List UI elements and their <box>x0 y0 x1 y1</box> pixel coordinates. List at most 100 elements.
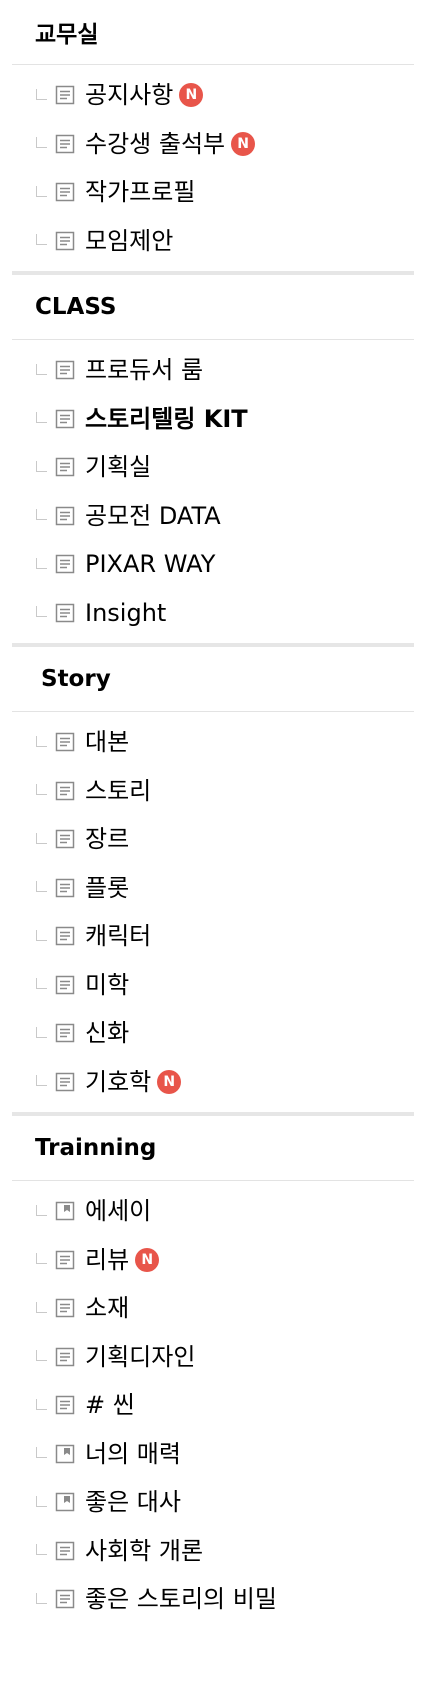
doc-lines-icon <box>55 457 75 477</box>
doc-lines-icon <box>55 1023 75 1043</box>
tree-branch-icon <box>34 929 49 943</box>
tree-branch-icon <box>34 88 49 102</box>
new-badge: N <box>135 1247 160 1272</box>
menu-item-label: Insight <box>85 598 167 627</box>
menu-item[interactable]: 에세이 <box>12 1187 414 1236</box>
menu-item-label: PIXAR WAY <box>85 550 216 579</box>
section-title: Trainning <box>35 1135 157 1161</box>
menu-item[interactable]: 기획디자인 <box>12 1333 414 1382</box>
photo-board-icon <box>55 1492 75 1512</box>
doc-lines-icon <box>55 603 75 623</box>
tree-branch-icon <box>34 412 49 425</box>
tree-branch-icon <box>34 606 49 619</box>
doc-lines-icon <box>55 926 75 946</box>
tree-branch-icon <box>34 234 49 247</box>
menu-item-label: 공지사항 <box>85 81 174 110</box>
doc-lines-icon <box>55 1347 75 1367</box>
menu-item[interactable]: PIXAR WAY <box>12 540 414 589</box>
doc-lines-icon <box>55 506 75 526</box>
menu-item[interactable]: 기획실 <box>12 443 414 492</box>
doc-lines-icon <box>55 1072 75 1092</box>
section-items: 대본스토리장르플롯캐릭터미학신화 기호학 N <box>12 712 414 1112</box>
menu-item[interactable]: 좋은 스토리의 비밀 <box>12 1575 414 1624</box>
photo-board-icon <box>55 1444 75 1464</box>
section-title: CLASS <box>35 294 117 320</box>
menu-item-label: 프로듀서 룸 <box>85 356 204 385</box>
menu-item[interactable]: 플롯 <box>12 864 414 913</box>
menu-item[interactable]: 모임제안 <box>12 217 414 266</box>
menu-item[interactable]: 미학 <box>12 961 414 1010</box>
menu-item-label: 좋은 대사 <box>85 1488 181 1517</box>
menu-item-label: 공모전 DATA <box>85 501 221 530</box>
section-header: 교무실 <box>12 0 414 65</box>
menu-item-label: 장르 <box>85 825 130 854</box>
section-header: CLASS <box>12 275 414 340</box>
new-badge: N <box>179 83 204 108</box>
doc-lines-icon <box>55 781 75 801</box>
menu-item[interactable]: 리뷰 N <box>12 1236 414 1285</box>
new-badge: N <box>157 1069 182 1094</box>
tree-branch-icon <box>34 460 49 474</box>
section-items: 에세이 리뷰 N 소재 기획디자인 # 씬 너의 매력 좋은 대사 사회학 개론 좋은 스토리의 … <box>12 1181 414 1630</box>
tree-branch-icon <box>34 1350 49 1363</box>
menu-item[interactable]: # 씬 <box>12 1381 414 1430</box>
menu-item-label: 기획디자인 <box>85 1342 196 1371</box>
menu-item-label: 스토리 <box>85 776 152 805</box>
menu-item[interactable]: 기호학 N <box>12 1058 414 1107</box>
menu-item-label: 에세이 <box>85 1197 152 1226</box>
doc-lines-icon <box>55 409 75 429</box>
new-badge: N <box>231 131 256 156</box>
tree-branch-icon <box>34 363 49 377</box>
menu-item-label: 모임제안 <box>85 226 174 255</box>
tree-branch-icon <box>34 509 49 522</box>
menu-item[interactable]: 너의 매력 <box>12 1430 414 1479</box>
menu-item[interactable]: 신화 <box>12 1009 414 1058</box>
section-items: 공지사항 N 수강생 출석부 N 작가프로필 모임제안 <box>12 65 414 271</box>
menu-item[interactable]: 프로듀서 룸 <box>12 346 414 395</box>
menu-item-label: 스토리텔링 KIT <box>85 404 248 433</box>
menu-item[interactable]: 캐릭터 <box>12 912 414 961</box>
tree-branch-icon <box>34 1544 49 1557</box>
doc-lines-icon <box>55 829 75 849</box>
section-items: 프로듀서 룸스토리텔링 KIT 기획실공모전 DATA PIXAR WAY Insig… <box>12 340 414 643</box>
menu-item[interactable]: 대본 <box>12 718 414 767</box>
menu-item[interactable]: 수강생 출석부 N <box>12 120 414 169</box>
tree-branch-icon <box>34 137 49 150</box>
menu-item[interactable]: 소재 <box>12 1284 414 1333</box>
menu-item-label: 캐릭터 <box>85 922 152 951</box>
menu-item[interactable]: 스토리텔링 KIT <box>12 395 414 444</box>
menu-item[interactable]: 작가프로필 <box>12 168 414 217</box>
menu-item[interactable]: Insight <box>12 589 414 638</box>
menu-item-label: 리뷰 <box>85 1245 130 1274</box>
tree-branch-icon <box>34 881 49 894</box>
tree-branch-icon <box>34 185 49 199</box>
menu-item[interactable]: 장르 <box>12 815 414 864</box>
doc-lines-icon <box>55 1298 75 1318</box>
board-menu: 교무실 공지사항 N 수강생 출석부 N 작가프로필 모임제안 CLASS 프로듀서 룸 스토리텔… <box>0 0 436 1630</box>
menu-item[interactable]: 스토리 <box>12 767 414 816</box>
tree-branch-icon <box>34 1253 49 1266</box>
tree-branch-icon <box>34 735 49 749</box>
menu-item-label: # 씬 <box>85 1391 135 1420</box>
doc-lines-icon <box>55 975 75 995</box>
menu-item-label: 미학 <box>85 970 130 999</box>
tree-branch-icon <box>34 832 49 846</box>
menu-item[interactable]: 공모전 DATA <box>12 492 414 541</box>
menu-item-label: 작가프로필 <box>85 178 196 207</box>
tree-branch-icon <box>34 1075 49 1088</box>
menu-item[interactable]: 좋은 대사 <box>12 1478 414 1527</box>
doc-lines-icon <box>55 85 75 105</box>
menu-item-label: 소재 <box>85 1294 130 1323</box>
doc-lines-icon <box>55 134 75 154</box>
menu-item-label: 수강생 출석부 <box>85 129 226 158</box>
menu-item[interactable]: 공지사항 N <box>12 71 414 120</box>
doc-lines-icon <box>55 1250 75 1270</box>
tree-branch-icon <box>34 1204 49 1218</box>
menu-item-label: 대본 <box>85 728 130 757</box>
menu-item[interactable]: 사회학 개론 <box>12 1527 414 1576</box>
photo-board-icon <box>55 1201 75 1221</box>
menu-item-label: 너의 매력 <box>85 1439 181 1468</box>
menu-item-label: 플롯 <box>85 873 130 902</box>
tree-branch-icon <box>34 784 49 797</box>
menu-section: Story 대본 스토리 장르 플롯 캐릭터 미학 신화 기호학 N <box>12 647 414 1112</box>
